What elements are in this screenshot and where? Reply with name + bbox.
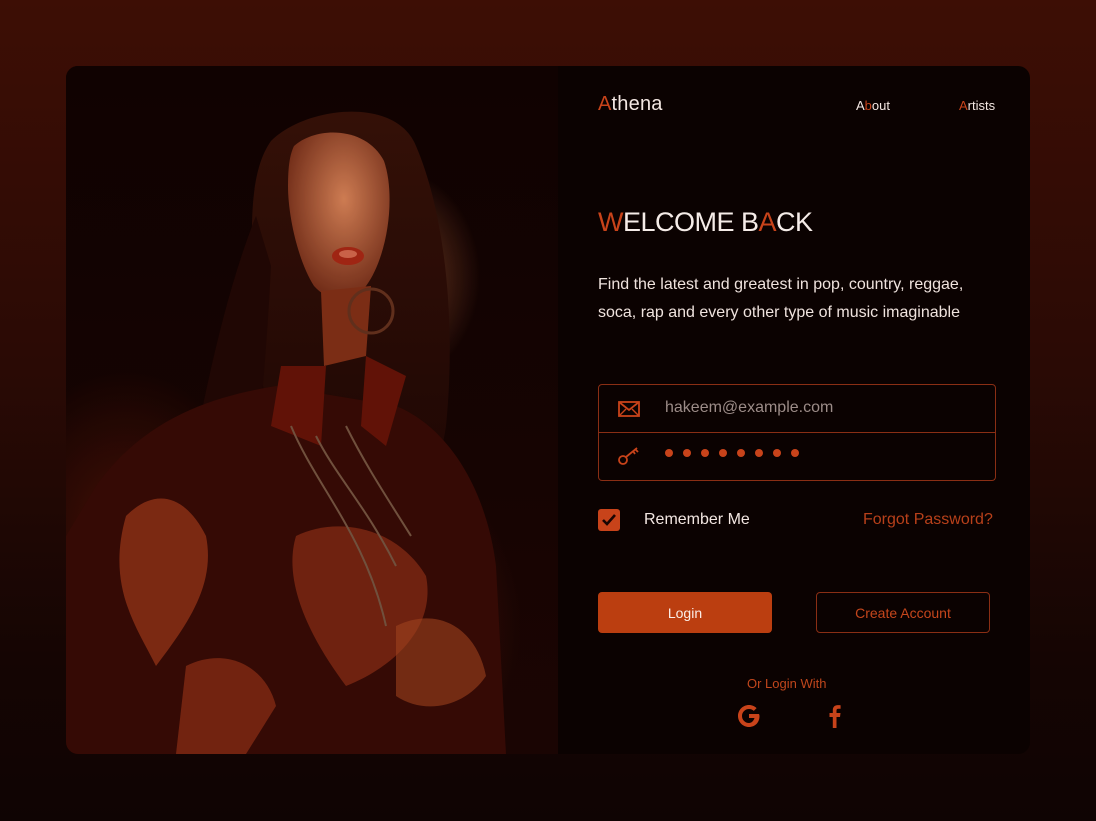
facebook-icon[interactable] [821, 702, 849, 730]
nav-about-rest: out [871, 98, 890, 113]
remember-label[interactable]: Remember Me [644, 511, 750, 529]
title-a: A [758, 207, 777, 237]
forgot-password-link[interactable]: Forgot Password? [863, 511, 993, 529]
hero-photo [66, 66, 558, 754]
nav-about-second: b [864, 98, 872, 113]
password-dot [665, 449, 673, 457]
nav-link-about[interactable]: About [856, 98, 890, 113]
google-icon[interactable] [735, 702, 763, 730]
password-dot [791, 449, 799, 457]
email-input-placeholder[interactable]: hakeem@example.com [665, 399, 833, 417]
email-field[interactable]: hakeem@example.com [598, 384, 996, 433]
nav-link-artists[interactable]: Artists [959, 98, 995, 113]
remember-checkbox[interactable] [598, 509, 620, 531]
artist-illustration [66, 66, 558, 754]
page-title: WELCOME BACK [598, 207, 813, 238]
nav-artists-first: A [959, 98, 968, 113]
brand-logo[interactable]: Athena [598, 93, 663, 116]
title-part2: CK [776, 207, 813, 237]
mail-icon [618, 401, 640, 417]
description-text: Find the latest and greatest in pop, cou… [598, 276, 964, 321]
login-card: Athena About Artists WELCOME BACK Find t… [66, 66, 1030, 754]
password-dot [773, 449, 781, 457]
brand-rest: thena [611, 93, 663, 115]
password-dot [701, 449, 709, 457]
nav-about-first: A [856, 98, 865, 113]
password-dot [737, 449, 745, 457]
title-w: W [598, 207, 623, 237]
password-dot [755, 449, 763, 457]
password-dot [683, 449, 691, 457]
brand-initial: A [598, 93, 612, 115]
key-icon [618, 447, 639, 465]
title-part1: ELCOME B [622, 207, 759, 237]
nav-artists-rest: rtists [967, 98, 996, 113]
social-login-label: Or Login With [747, 676, 827, 691]
create-account-button[interactable]: Create Account [816, 592, 990, 633]
password-field[interactable] [598, 432, 996, 481]
login-button[interactable]: Login [598, 592, 772, 633]
checkmark-icon [602, 514, 616, 526]
password-dot [719, 449, 727, 457]
password-mask[interactable] [665, 449, 799, 457]
